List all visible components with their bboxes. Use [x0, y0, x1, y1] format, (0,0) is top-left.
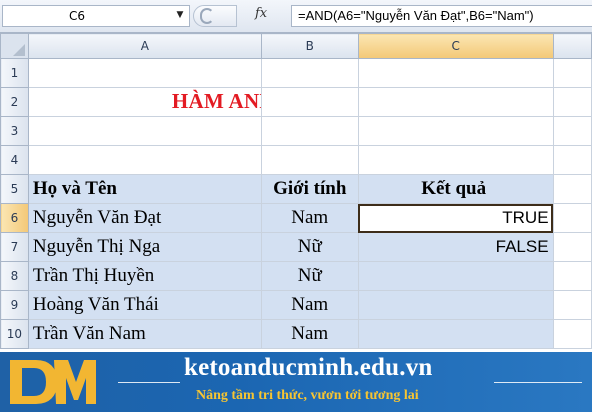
gender-cell[interactable]: Nam — [260, 203, 359, 233]
gender-cell[interactable]: Nữ — [260, 232, 359, 262]
column-header-a[interactable]: A — [27, 33, 262, 59]
ducminh-logo-icon — [10, 360, 96, 404]
cell-d7[interactable] — [552, 232, 592, 262]
result-cell[interactable] — [357, 319, 554, 349]
name-box[interactable]: C6 — [2, 5, 190, 27]
cell-d9[interactable] — [552, 290, 592, 320]
table-row: 1 — [0, 58, 592, 88]
table-row: 4 — [0, 145, 592, 175]
cell-a4[interactable] — [27, 145, 262, 175]
circle-icon — [200, 8, 214, 24]
cell-c2[interactable] — [357, 87, 554, 117]
row-header-6[interactable]: 6 — [0, 203, 29, 233]
column-header-c[interactable]: C — [357, 33, 554, 59]
select-all-button[interactable] — [0, 33, 29, 59]
table-row: 8 Trần Thị Huyền Nữ — [0, 261, 592, 291]
result-cell-active[interactable]: TRUE — [357, 203, 554, 233]
cell-d4[interactable] — [552, 145, 592, 175]
result-cell[interactable] — [357, 290, 554, 320]
cell-b4[interactable] — [260, 145, 359, 175]
worksheet-grid: A B C 1 2 HÀM AND TRONG EXCEL 3 4 5 Họ v… — [0, 33, 592, 352]
formula-bar: C6 ▼ fx =AND(A6="Nguyễn Văn Đạt",B6="Nam… — [0, 0, 592, 33]
column-header-d[interactable] — [552, 33, 592, 59]
table-row: 7 Nguyễn Thị Nga Nữ FALSE — [0, 232, 592, 262]
table-row: 2 HÀM AND TRONG EXCEL — [0, 87, 592, 117]
cell-b1[interactable] — [260, 58, 359, 88]
result-cell[interactable]: FALSE — [357, 232, 554, 262]
cell-d10[interactable] — [552, 319, 592, 349]
row-header-8[interactable]: 8 — [0, 261, 29, 291]
cell-a1[interactable] — [27, 58, 262, 88]
row-header-10[interactable]: 10 — [0, 319, 29, 349]
table-row: 3 — [0, 116, 592, 146]
cell-b3[interactable] — [260, 116, 359, 146]
result-cell[interactable] — [357, 261, 554, 291]
name-cell[interactable]: Nguyễn Thị Nga — [27, 232, 262, 262]
cell-d1[interactable] — [552, 58, 592, 88]
table-row: 5 Họ và Tên Giới tính Kết quả — [0, 174, 592, 204]
formula-input[interactable]: =AND(A6="Nguyễn Văn Đạt",B6="Nam") — [291, 5, 592, 27]
cell-c1[interactable] — [357, 58, 554, 88]
brand-banner: ketoanducminh.edu.vn Nâng tầm tri thức, … — [0, 352, 592, 412]
site-name: ketoanducminh.edu.vn — [184, 354, 433, 381]
cell-d8[interactable] — [552, 261, 592, 291]
chevron-down-icon[interactable]: ▼ — [174, 9, 186, 21]
table-row: 10 Trần Văn Nam Nam — [0, 319, 592, 349]
cell-b2[interactable] — [260, 87, 359, 117]
formula-bar-divider-handle[interactable] — [193, 5, 237, 27]
column-header-row: A B C — [0, 33, 592, 59]
slogan: Nâng tầm tri thức, vươn tới tương lai — [196, 388, 419, 403]
row-header-3[interactable]: 3 — [0, 116, 29, 146]
column-header-b[interactable]: B — [260, 33, 359, 59]
header-name-cell[interactable]: Họ và Tên — [27, 174, 262, 204]
sheet-title: HÀM AND TRONG EXCEL — [171, 89, 260, 113]
insert-function-icon[interactable]: fx — [255, 6, 267, 21]
row-header-4[interactable]: 4 — [0, 145, 29, 175]
row-header-5[interactable]: 5 — [0, 174, 29, 204]
row-header-2[interactable]: 2 — [0, 87, 29, 117]
name-cell[interactable]: Trần Văn Nam — [27, 319, 262, 349]
cell-d2[interactable] — [552, 87, 592, 117]
gender-cell[interactable]: Nam — [260, 290, 359, 320]
cell-d3[interactable] — [552, 116, 592, 146]
banner-divider-right — [494, 382, 582, 383]
cell-d6[interactable] — [552, 203, 592, 233]
table-row: 6 Nguyễn Văn Đạt Nam TRUE — [0, 203, 592, 233]
cell-c3[interactable] — [357, 116, 554, 146]
cell-a3[interactable] — [27, 116, 262, 146]
cell-d5[interactable] — [552, 174, 592, 204]
cell-a2[interactable]: HÀM AND TRONG EXCEL — [27, 87, 262, 117]
table-row: 9 Hoàng Văn Thái Nam — [0, 290, 592, 320]
gender-cell[interactable]: Nữ — [260, 261, 359, 291]
header-result-cell[interactable]: Kết quả — [357, 174, 554, 204]
row-header-1[interactable]: 1 — [0, 58, 29, 88]
name-cell[interactable]: Nguyễn Văn Đạt — [27, 203, 262, 233]
row-header-9[interactable]: 9 — [0, 290, 29, 320]
name-cell[interactable]: Trần Thị Huyền — [27, 261, 262, 291]
header-gender-cell[interactable]: Giới tính — [260, 174, 359, 204]
name-cell[interactable]: Hoàng Văn Thái — [27, 290, 262, 320]
banner-divider-left — [118, 382, 180, 383]
row-header-7[interactable]: 7 — [0, 232, 29, 262]
cell-c4[interactable] — [357, 145, 554, 175]
gender-cell[interactable]: Nam — [260, 319, 359, 349]
